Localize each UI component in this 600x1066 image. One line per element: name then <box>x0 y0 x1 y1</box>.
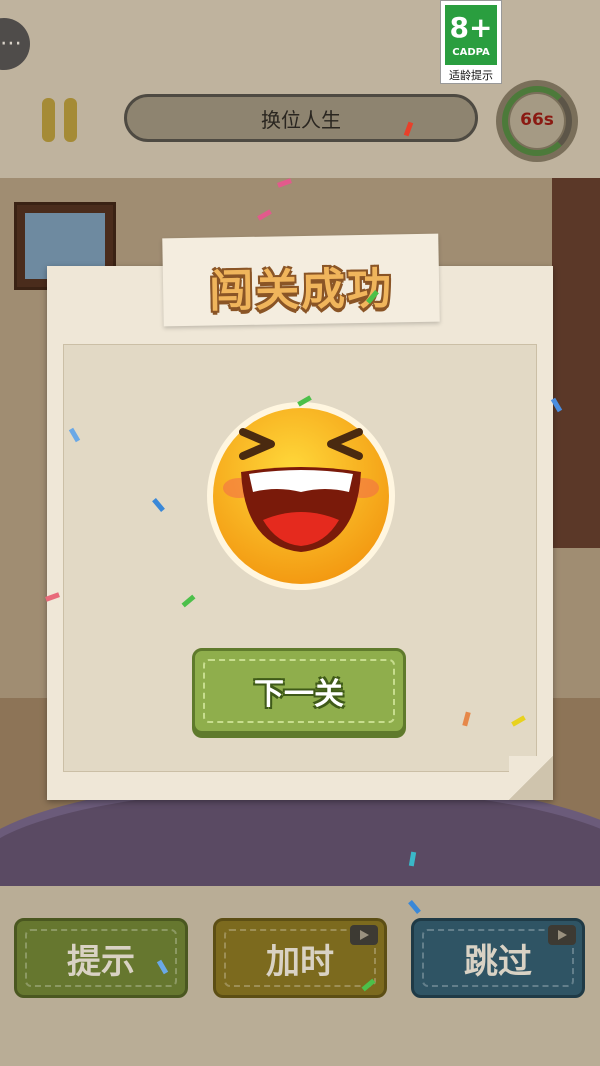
level-complete-dialog: 闯关成功 下一关 <box>47 233 553 800</box>
skip-button[interactable]: 跳过 <box>411 918 585 998</box>
dialog-title-tape: 闯关成功 <box>162 233 440 327</box>
dialog-title: 闯关成功 <box>208 263 394 318</box>
level-title: 换位人生 <box>124 94 478 142</box>
chat-dots-icon: ⋯ <box>0 31 22 56</box>
add-time-button[interactable]: 加时 <box>213 918 387 998</box>
age-rating-org: CADPA <box>452 47 490 58</box>
hint-label: 提示 <box>67 941 135 982</box>
pause-icon <box>42 98 55 142</box>
age-rating-number: 8+ <box>449 11 493 44</box>
page-curl <box>509 756 553 800</box>
pause-button[interactable] <box>42 98 80 142</box>
age-rating-badge: 8+ CADPA 适龄提示 <box>440 0 502 84</box>
next-level-label: 下一关 <box>203 659 395 723</box>
age-rating-tip: 适龄提示 <box>449 69 493 82</box>
video-ad-icon <box>548 925 576 945</box>
laughing-face-icon <box>207 402 395 590</box>
next-level-button[interactable]: 下一关 <box>192 648 406 734</box>
video-ad-icon <box>350 925 378 945</box>
timer-text: 66s <box>520 110 554 130</box>
countdown-timer: 66s <box>496 80 578 162</box>
hint-button[interactable]: 提示 <box>14 918 188 998</box>
scene-door <box>552 178 600 548</box>
